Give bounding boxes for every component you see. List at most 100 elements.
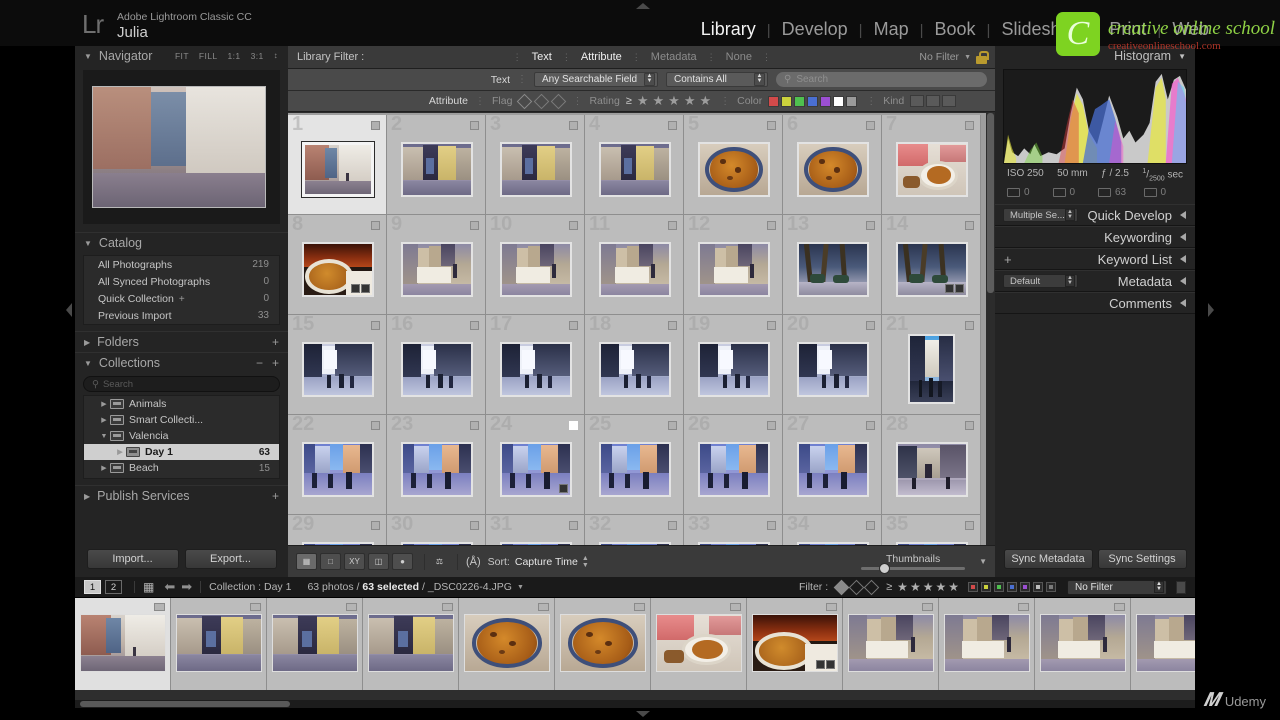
collection-item[interactable]: ▶ Day 1 63 — [84, 444, 279, 460]
crop-badge-icon[interactable] — [351, 284, 360, 293]
grid-thumbnail[interactable] — [896, 142, 968, 197]
grid-cell-flag-checkbox[interactable] — [965, 521, 974, 530]
grid-thumbnail-badges[interactable] — [945, 284, 964, 293]
section-preset-select[interactable]: Multiple Se... ▲ ▼ — [1003, 208, 1078, 223]
filmstrip-rating-star[interactable]: ★ — [948, 580, 959, 594]
navigator-mode-3-1[interactable]: 3:1 — [251, 51, 264, 61]
grid-cell-flag-checkbox[interactable] — [371, 221, 380, 230]
import-button[interactable]: Import... — [86, 548, 179, 569]
grid-thumbnail[interactable] — [698, 142, 770, 197]
kind-video-icon[interactable] — [942, 95, 957, 107]
grid-cell-flag-checkbox[interactable] — [569, 421, 578, 430]
navigator-mode-fill[interactable]: FILL — [199, 51, 218, 61]
grid-thumbnail[interactable] — [698, 242, 770, 297]
filmstrip-filter[interactable]: Filter : ≥ ★ ★ ★ ★ ★ No Filter ▲ ▼ — [799, 579, 1195, 595]
grid-thumbnail[interactable] — [500, 342, 572, 397]
collections-header[interactable]: ▼ Collections − + — [75, 353, 288, 373]
grid-cell[interactable]: 18 — [585, 313, 684, 415]
grid-cell-flag-checkbox[interactable] — [767, 121, 776, 130]
grid-cell-flag-checkbox[interactable] — [767, 521, 776, 530]
grid-cell-flag-checkbox[interactable] — [470, 421, 479, 430]
grid-cell[interactable]: 22 — [288, 413, 387, 515]
grid-cell-flag-checkbox[interactable] — [569, 221, 578, 230]
navigator-zoom-stepper[interactable]: ↕ — [274, 51, 278, 61]
filmstrip[interactable] — [75, 598, 1195, 700]
grid-cell-flag-checkbox[interactable] — [569, 121, 578, 130]
filmstrip-thumbnail[interactable] — [656, 614, 742, 672]
filmstrip-source[interactable]: Collection : Day 1 — [209, 581, 291, 593]
grid-view-icon[interactable]: ▦ — [296, 553, 317, 570]
filmstrip-flag-checkbox[interactable] — [154, 603, 165, 611]
az-sort-icon[interactable]: (Å) — [466, 556, 481, 568]
collapse-arrow-icon[interactable] — [1180, 233, 1186, 242]
grid-thumbnail[interactable] — [797, 242, 869, 297]
flag-rejected-icon[interactable] — [551, 93, 567, 109]
grid-cell-flag-checkbox[interactable] — [668, 521, 677, 530]
panel-section-metadata[interactable]: Default ▲ ▼ Metadata — [995, 270, 1195, 293]
grid-cell[interactable]: 25 — [585, 413, 684, 515]
catalog-item[interactable]: Previous Import 33 — [84, 307, 279, 324]
panel-section-keyword-list[interactable]: + Keyword List — [995, 248, 1195, 271]
show-top-panel-arrow[interactable] — [636, 3, 650, 9]
grid-cell-flag-checkbox[interactable] — [965, 121, 974, 130]
grid-cell-flag-checkbox[interactable] — [767, 421, 776, 430]
filmstrip-thumbnail[interactable] — [752, 614, 838, 672]
collection-item[interactable]: ▶ Beach 15 — [84, 460, 279, 476]
grid-cell-flag-checkbox[interactable] — [668, 121, 677, 130]
filmstrip-cell[interactable] — [747, 598, 843, 690]
filmstrip-filter-preset[interactable]: No Filter ▲ ▼ — [1067, 579, 1167, 595]
text-filter-rule-select[interactable]: Contains All ▲ ▼ — [666, 72, 768, 87]
color-swatch[interactable] — [768, 95, 780, 107]
grid-cell-flag-checkbox[interactable] — [866, 421, 875, 430]
filmstrip-rating-star[interactable]: ★ — [910, 580, 921, 594]
filmstrip-rating-star[interactable]: ★ — [935, 580, 946, 594]
grid-thumbnail[interactable] — [698, 442, 770, 497]
filmstrip-thumbnail[interactable] — [1136, 614, 1195, 672]
grid-scrollbar[interactable] — [986, 113, 995, 545]
add-folder-button[interactable]: + — [272, 335, 288, 349]
rating-star[interactable]: ★ — [684, 93, 696, 109]
chevron-right-icon[interactable]: ▶ — [98, 464, 110, 472]
grid-cell-flag-checkbox[interactable] — [371, 321, 380, 330]
thumbnail-slider-knob[interactable] — [879, 563, 891, 574]
filmstrip-cell[interactable] — [1035, 598, 1131, 690]
navigator-header[interactable]: ▼ Navigator FIT FILL 1:1 3:1 ↕ — [75, 46, 288, 66]
filmstrip-flag-checkbox[interactable] — [1018, 603, 1029, 611]
collections-search-input[interactable]: ⚲ Search — [83, 376, 280, 392]
grid-thumbnail[interactable] — [797, 442, 869, 497]
collapse-arrow-icon[interactable] — [1180, 299, 1186, 308]
filter-tab-metadata[interactable]: Metadata — [641, 51, 707, 63]
grid-cell[interactable]: 4 — [585, 113, 684, 215]
filmstrip-scrollbar[interactable] — [75, 700, 1195, 708]
develop-badge-icon[interactable] — [361, 284, 370, 293]
grid-cell-flag-checkbox[interactable] — [767, 321, 776, 330]
grid-thumbnail[interactable] — [599, 442, 671, 497]
rating-star[interactable]: ★ — [699, 93, 711, 109]
grid-thumbnail[interactable] — [500, 142, 572, 197]
grid-cell-flag-checkbox[interactable] — [470, 321, 479, 330]
filmstrip-thumbnail[interactable] — [80, 614, 166, 672]
thumbnail-grid[interactable]: 1 2 3 4 5 6 7 8 9 10 11 12 13 14 15 16 17 18 19 20 21 22 23 24 2… — [288, 113, 995, 545]
text-filter-field-select[interactable]: Any Searchable Field ▲ ▼ — [534, 72, 658, 87]
filmstrip-thumbnail[interactable] — [1040, 614, 1126, 672]
filmstrip-color-swatch[interactable] — [1033, 582, 1043, 592]
grid-cell[interactable]: 26 — [684, 413, 783, 515]
toolbar-chevron-icon[interactable]: ▼ — [979, 557, 987, 566]
filmstrip-thumbnail[interactable] — [560, 614, 646, 672]
grid-cell[interactable]: 35 — [882, 513, 981, 545]
catalog-list[interactable]: All Photographs 219 All Synced Photographs… — [83, 255, 280, 325]
grid-thumbnail[interactable] — [698, 342, 770, 397]
filmstrip-cell[interactable] — [939, 598, 1035, 690]
grid-cell[interactable]: 23 — [387, 413, 486, 515]
grid-cell[interactable]: 8 — [288, 213, 387, 315]
grid-cell[interactable]: 24 — [486, 413, 585, 515]
grid-cell-flag-checkbox[interactable] — [866, 321, 875, 330]
grid-cell[interactable]: 21 — [882, 313, 981, 415]
grid-cell-flag-checkbox[interactable] — [965, 321, 974, 330]
filmstrip-thumbnail[interactable] — [944, 614, 1030, 672]
filmstrip-rating-star[interactable]: ★ — [923, 580, 934, 594]
grid-thumbnail[interactable] — [302, 342, 374, 397]
color-swatch[interactable] — [833, 95, 845, 107]
chevron-right-icon[interactable]: ▶ — [114, 448, 126, 456]
filmstrip-scrollbar-thumb[interactable] — [80, 701, 290, 707]
